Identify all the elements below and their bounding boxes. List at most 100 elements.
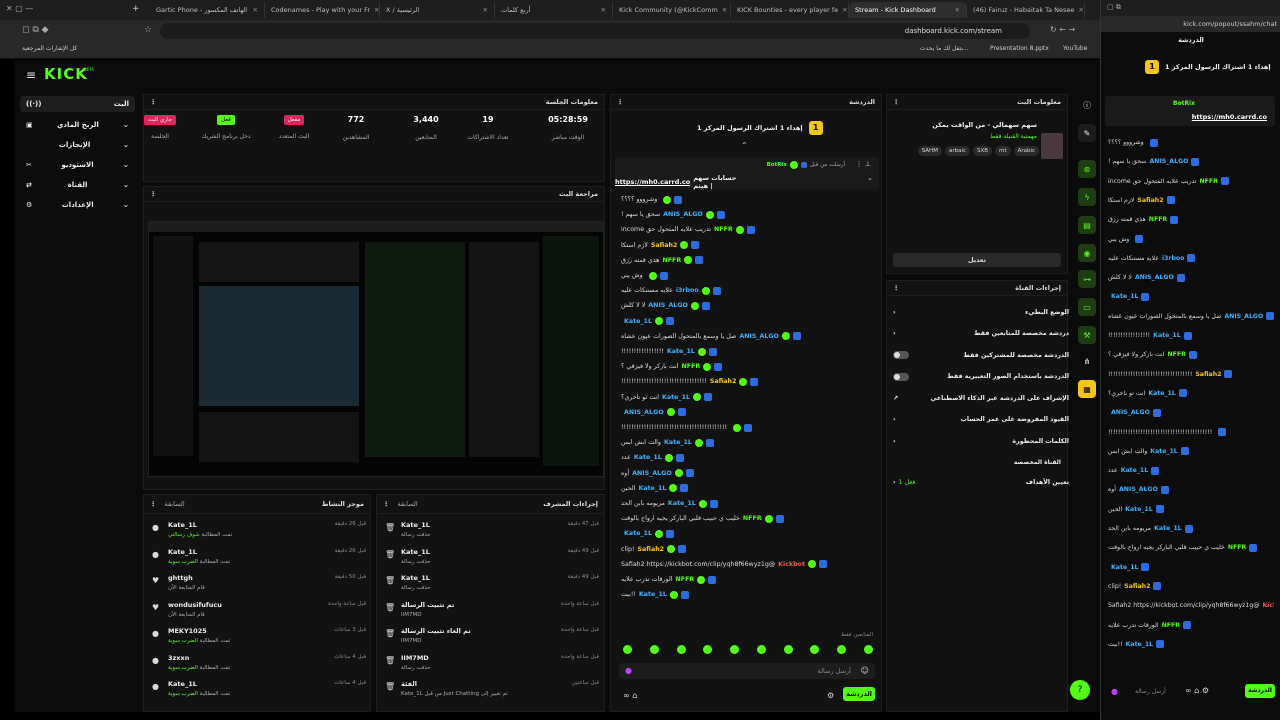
popout-chat-message[interactable]: NFFR خليب ي حبيب قلبي الباركر يجيه ارواح … xyxy=(1108,541,1274,554)
emote-icon[interactable] xyxy=(703,645,713,654)
popout-chat-message[interactable]: ANIS_ALGO xyxy=(1108,406,1274,419)
chat-message[interactable]: NFFR الورقات تدرب علايه xyxy=(621,573,876,586)
popout-chat-message[interactable]: وش يبي xyxy=(1108,233,1274,246)
chat-message[interactable]: ANIS_ALGO سحق يا سهم ! xyxy=(621,208,876,221)
tab-kick-bounties[interactable]: KICK Bounties - every player fe ✕ xyxy=(731,2,849,18)
tab-x[interactable]: X / الرئيسية ✕ xyxy=(380,2,495,18)
chat-username[interactable]: Kate_1L xyxy=(1153,332,1180,339)
activity-row[interactable]: ♥ wondusifufucu قام المتابعة الآن قبل ساعة… xyxy=(150,599,370,625)
chat-message[interactable]: ANIS_ALGO صل يا وسمع بالمتحول الصورات عيو… xyxy=(621,330,876,343)
chat-username[interactable]: Safiah2 xyxy=(638,546,665,553)
chat-username[interactable]: Kate_1L xyxy=(1125,506,1152,513)
mod-tools-icon[interactable]: ∞ ⌂ ⚙ xyxy=(1185,686,1209,695)
channel-setting-row[interactable]: الدردشة باستخدام الصور التعبيرية فقط xyxy=(893,370,1069,384)
emote-icon[interactable] xyxy=(649,645,659,654)
mod-action-title[interactable]: تم تثبيت الرسالة xyxy=(401,601,454,609)
chat-message[interactable]: ANIS_ALGO لا لا كلش xyxy=(621,299,876,312)
chat-username[interactable]: Safiah2 xyxy=(1124,583,1150,590)
chat-username[interactable]: ANIS_ALGO xyxy=(1224,313,1263,320)
mod-action-row[interactable]: 🗑 Kate_1L حذفت رسالة قبل 47 دقيقة xyxy=(383,519,603,545)
set-goals-row[interactable]: › فعل 1 تعيين الأهداف xyxy=(893,475,1069,489)
popout-chat-message[interactable]: Safiah2!!!!!!!!!!!!!!!!!!!!!!!!!!!!!!!!!… xyxy=(1108,368,1274,381)
chat-username[interactable]: Kate_1L xyxy=(664,439,692,446)
chat-message[interactable]: Kate_1L !!بيت xyxy=(621,588,876,601)
channel-setting-row[interactable]: › القيود المفروضة على عمر الحساب xyxy=(893,413,1069,427)
chat-username[interactable]: Kate_1L xyxy=(1111,564,1138,571)
channel-setting-row[interactable]: › الوضع البطيء xyxy=(893,305,1069,319)
chat-message[interactable]: Safiah2 !clip xyxy=(621,543,876,556)
send-chat-button[interactable]: الدردشة xyxy=(843,687,875,701)
more-icon[interactable]: ⋮ xyxy=(150,500,157,508)
activity-username[interactable]: MEKY1025 xyxy=(168,627,207,635)
mod-action-title[interactable]: Kate_1L xyxy=(401,548,430,556)
close-icon[interactable]: ✕ xyxy=(1078,6,1083,14)
channel-setting-row[interactable]: ↗ الإشراف على الدردشة عبر الذكاء الاصطناع… xyxy=(893,391,1069,405)
tab-kick-dashboard[interactable]: Stream - Kick Dashboard ✕ xyxy=(849,2,967,18)
chat-username[interactable]: Safiah2 xyxy=(1195,371,1221,378)
popout-chat-message[interactable]: Safiah2 لازم استكا xyxy=(1108,194,1274,207)
chat-username[interactable]: Safiah2 xyxy=(1137,197,1163,204)
mod-action-title[interactable]: IIM7MD xyxy=(401,654,429,662)
chat-username[interactable]: NFFR xyxy=(1199,178,1217,185)
pin-icon[interactable]: ⋮ ⊥ xyxy=(856,160,871,168)
clipboard-icon[interactable]: ▤ xyxy=(1078,216,1096,234)
close-icon[interactable]: ✕ xyxy=(483,6,488,14)
close-icon[interactable]: ✕ xyxy=(374,6,379,14)
chat-username[interactable]: Safiah2 xyxy=(710,378,737,385)
star-icon[interactable]: ☆ xyxy=(144,25,152,35)
sidebar-item-channel[interactable]: ⇄ القناة ⌄ xyxy=(20,177,135,193)
menu-icon[interactable]: ≡ xyxy=(26,68,36,82)
popout-chat-message[interactable]: !!!!!!!!!!!!!!!!!!!!!!!!!!!!!!!!!!!!!!!!… xyxy=(1108,426,1274,439)
popout-chat-message[interactable]: Kate_1L!!!!!!!!!!!!!!!!! xyxy=(1108,329,1274,342)
chat-username[interactable]: Kate_1L xyxy=(638,485,666,492)
bookmark-x[interactable]: بتقل لك ما يحدث... xyxy=(920,45,969,52)
chat-username[interactable]: Kate_1L xyxy=(1111,293,1138,300)
popout-chat-message[interactable]: NFFR هذي قمته رزق xyxy=(1108,213,1274,226)
mod-action-row[interactable]: 🗑 تم تثبيت الرسالة IIM7MD قبل ساعة واحدة xyxy=(383,599,603,625)
chat-username[interactable]: Kate_1L xyxy=(639,591,667,598)
edit-icon[interactable]: ✎ xyxy=(1078,124,1096,142)
mod-action-title[interactable]: Kate_1L xyxy=(401,521,430,529)
mod-action-title[interactable]: تم الغاء تثبيت الرسالة xyxy=(401,627,471,635)
chat-username[interactable]: NFFR xyxy=(682,363,701,370)
chat-username[interactable]: ANIS_ALGO xyxy=(1149,158,1188,165)
chat-message[interactable]: i3rboo علايه مستنكات عليه xyxy=(621,284,876,297)
close-icon[interactable]: ✕ xyxy=(842,6,847,14)
mod-action-title[interactable]: Kate_1L xyxy=(401,574,430,582)
emote-icon[interactable] xyxy=(810,645,820,654)
popout-chat-message[interactable]: وشرووو ؟؟؟؟ xyxy=(1108,136,1274,149)
chat-username[interactable]: NFFR xyxy=(676,576,695,583)
chat-username[interactable]: NFFR xyxy=(662,257,681,264)
emote-icon[interactable] xyxy=(756,645,766,654)
help-button[interactable]: ? xyxy=(1070,680,1090,700)
chat-message[interactable]: ANIS_ALGO xyxy=(621,406,876,419)
popout-chat-message[interactable]: ANIS_ALGO سحق يا سهم ! xyxy=(1108,155,1274,168)
more-icon[interactable]: ⋮ xyxy=(150,190,157,198)
chat-message[interactable]: Kate_1L انت تو ناخري؟ xyxy=(621,391,876,404)
chat-message[interactable]: وش يبي xyxy=(621,269,876,282)
popout-chat-message[interactable]: NFFR تدريب علايه المتحول حق income xyxy=(1108,175,1274,188)
chat-username[interactable]: Safiah2 xyxy=(651,242,678,249)
channel-setting-row[interactable]: › الكلمات المحظورة xyxy=(893,434,1069,448)
mod-action-row[interactable]: 🗑 تم الغاء تثبيت الرسالة IIM7MD قبل ساعة وا… xyxy=(383,625,603,651)
share-icon[interactable]: ⋔ xyxy=(1078,352,1096,370)
tv-icon[interactable]: ▭ xyxy=(1078,298,1096,316)
sidebar-item-studio[interactable]: ✂ الاستوديو ⌄ xyxy=(20,157,135,173)
bookmark-all[interactable]: كل الإشارات المرجعية xyxy=(22,45,77,52)
chat-input[interactable]: ● أرسل رسالة ☺ xyxy=(619,663,875,679)
tab-youtube-fairuz[interactable]: (46) Fairuz - Habaitak Ta Nesee ✕ xyxy=(967,2,1085,18)
emote-icon[interactable] xyxy=(623,645,632,654)
popout-chat-message[interactable]: NFFR انت باركر ولا فيزقي ؟ xyxy=(1108,348,1274,361)
nav-buttons-icon[interactable]: ◻ ⧉ ◆ xyxy=(22,25,49,35)
sidebar-item-achievements[interactable]: الإنجازات ⌄ xyxy=(20,137,135,153)
mic-icon[interactable]: ● xyxy=(625,666,632,675)
url-field[interactable]: dashboard.kick.com/stream xyxy=(160,23,1030,39)
chat-message[interactable]: Kate_1L xyxy=(621,315,876,328)
chat-message[interactable]: Safiah2!!!!!!!!!!!!!!!!!!!!!!!!!!!!!!!!!… xyxy=(621,375,876,388)
close-icon[interactable]: ✕ xyxy=(253,6,258,14)
popout-chat-message[interactable]: Kate_1L xyxy=(1108,290,1274,303)
sidebar-item-settings[interactable]: ⚙ الإعدادات ⌄ xyxy=(20,197,135,213)
channel-setting-row[interactable]: الدردشة مخصصة للمشتركين فقط xyxy=(893,348,1069,362)
bolt-icon[interactable]: ϟ xyxy=(1078,188,1096,206)
stream-category[interactable]: مهمتية القنبلة فقط xyxy=(990,133,1037,140)
